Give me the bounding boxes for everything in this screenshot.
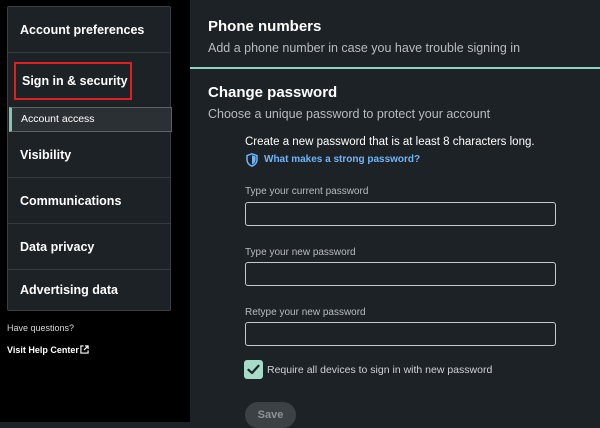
- sidebar-item-visibility[interactable]: Visibility: [8, 132, 170, 178]
- strong-password-link[interactable]: What makes a strong password?: [246, 151, 420, 167]
- phone-numbers-title[interactable]: Phone numbers: [208, 18, 321, 35]
- current-password-label: Type your current password: [245, 186, 369, 197]
- settings-nav: Account preferences Sign in & security A…: [7, 6, 172, 311]
- change-password-title: Change password: [208, 84, 338, 101]
- new-password-label: Type your new password: [245, 247, 356, 258]
- new-password-input[interactable]: [245, 262, 556, 286]
- sidebar-subitem-account-access[interactable]: Account access: [9, 107, 172, 132]
- help-center-link[interactable]: Visit Help Center: [7, 345, 89, 355]
- shield-icon: [246, 152, 258, 167]
- help-question: Have questions?: [7, 323, 75, 333]
- require-signin-label: Require all devices to sign in with new …: [267, 364, 493, 376]
- sidebar-item-sign-in-security[interactable]: Sign in & security: [14, 62, 132, 100]
- left-column: Account preferences Sign in & security A…: [0, 0, 190, 422]
- help-center-link-label: Visit Help Center: [7, 345, 79, 355]
- sidebar-item-data-privacy[interactable]: Data privacy: [8, 224, 170, 270]
- sidebar-item-account-preferences[interactable]: Account preferences: [8, 7, 170, 53]
- section-divider: [190, 67, 600, 69]
- password-requirement-text: Create a new password that is at least 8…: [245, 136, 535, 148]
- sidebar-item-advertising-data[interactable]: Advertising data: [8, 270, 170, 310]
- sidebar-item-communications[interactable]: Communications: [8, 178, 170, 224]
- phone-numbers-subtitle: Add a phone number in case you have trou…: [208, 41, 521, 55]
- checkmark-icon: [247, 364, 260, 375]
- change-password-subtitle: Choose a unique password to protect your…: [208, 107, 491, 121]
- require-signin-checkbox[interactable]: [244, 360, 263, 379]
- current-password-input[interactable]: [245, 202, 556, 226]
- strong-password-link-label: What makes a strong password?: [264, 154, 421, 166]
- retype-password-input[interactable]: [245, 322, 556, 346]
- external-link-icon: [80, 345, 89, 354]
- save-button[interactable]: Save: [245, 402, 296, 428]
- retype-password-label: Retype your new password: [245, 307, 366, 318]
- settings-content: Phone numbers Add a phone number in case…: [190, 0, 600, 428]
